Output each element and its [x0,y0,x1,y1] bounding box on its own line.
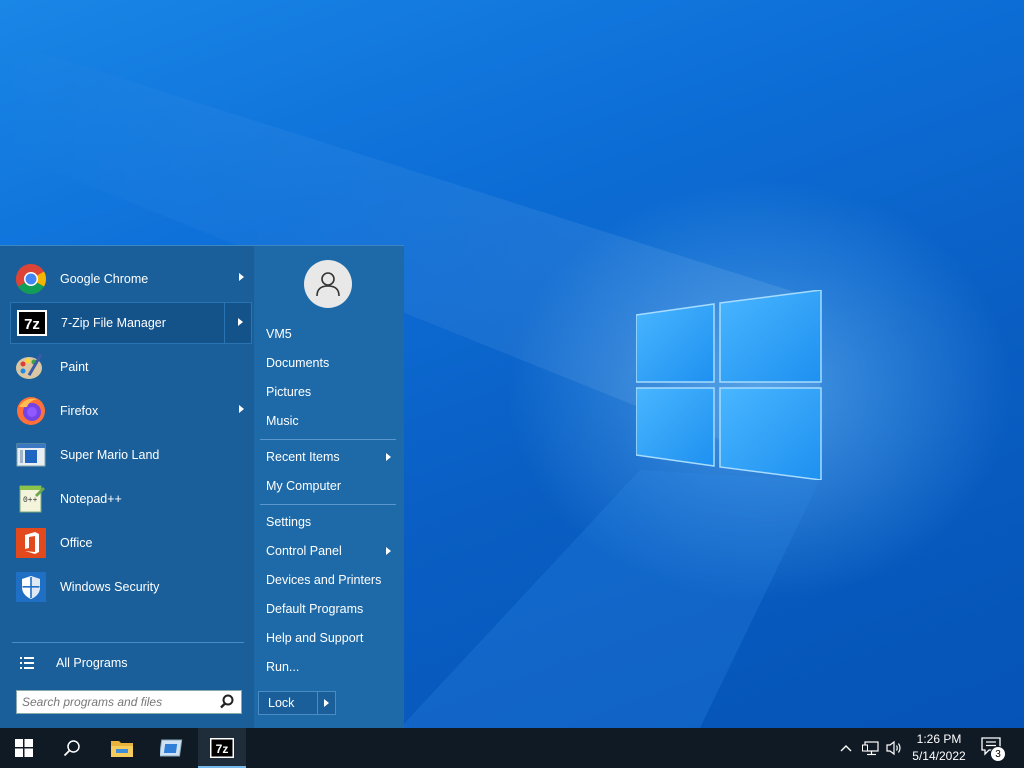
pictures-link[interactable]: Pictures [259,379,397,405]
speaker-icon [886,740,901,756]
start-button[interactable] [0,728,48,768]
control-panel-link[interactable]: Control Panel [259,538,397,564]
windows-start-icon [15,739,33,757]
volume-tray-button[interactable] [884,738,904,758]
taskbar-app-window[interactable] [148,728,196,768]
windows-logo-icon [636,290,822,480]
network-icon [862,741,879,756]
lock-button[interactable]: Lock [258,691,336,715]
run-label: Run... [266,660,300,674]
clock-date: 5/14/2022 [912,749,966,763]
submenu-arrow-icon[interactable] [239,273,244,281]
chevron-up-icon [840,745,852,752]
search-box[interactable] [16,690,242,714]
run-link[interactable]: Run... [259,654,397,680]
notification-count-badge: 3 [990,746,1006,762]
paint-icon [14,350,48,384]
firefox-icon [14,394,48,428]
taskbar-clock[interactable]: 1:26 PM 5/14/2022 [905,731,973,765]
file-explorer-icon [111,741,133,757]
7zip-icon-text: 7z [216,742,229,756]
program-label: Super Mario Land [60,448,160,462]
default-programs-link[interactable]: Default Programs [259,596,397,622]
settings-label: Settings [266,515,312,529]
start-menu: Google Chrome 7z 7-Zip File Manager Pain… [0,245,404,729]
program-7zip-file-manager[interactable]: 7z 7-Zip File Manager [10,302,252,344]
separator [260,439,396,440]
program-google-chrome[interactable]: Google Chrome [10,258,252,300]
app-window-icon [160,739,183,757]
app-window-icon [14,438,48,472]
all-programs-label: All Programs [56,656,128,670]
program-label: Firefox [60,404,99,418]
list-icon [20,657,34,669]
my-computer-label: My Computer [266,479,342,493]
search-icon[interactable] [218,693,236,711]
taskbar-search-button[interactable] [48,728,96,768]
submenu-arrow-icon [386,547,391,555]
lock-label: Lock [268,696,295,710]
power-options-arrow-icon[interactable] [324,699,329,707]
notepadpp-icon: 0++ [14,482,48,516]
network-tray-button[interactable] [861,738,881,758]
taskbar: 7z 1:26 PM 5/14/2022 3 [0,728,1024,768]
program-label: Windows Security [60,580,160,594]
recent-items-label: Recent Items [266,450,340,464]
7zip-icon: 7z [15,306,49,340]
chrome-icon [14,262,48,296]
help-support-label: Help and Support [266,631,364,645]
pictures-label: Pictures [266,385,312,399]
documents-link[interactable]: Documents [259,350,397,376]
program-label: Paint [60,360,89,374]
show-hidden-icons-button[interactable] [836,738,856,758]
program-windows-security[interactable]: Windows Security [10,566,252,608]
user-icon [316,272,340,297]
places-pane: VM5 Documents Pictures Music Recent Item… [254,246,404,729]
submenu-arrow-icon[interactable] [238,318,243,326]
search-input[interactable] [22,692,218,712]
program-paint[interactable]: Paint [10,346,252,388]
recent-items-link[interactable]: Recent Items [259,444,397,470]
devices-printers-label: Devices and Printers [266,573,382,587]
program-label: 7-Zip File Manager [61,316,166,330]
settings-link[interactable]: Settings [259,509,397,535]
submenu-arrow-icon [386,453,391,461]
submenu-divider [224,303,225,343]
7zip-icon: 7z [210,738,234,758]
shield-icon [14,570,48,604]
program-label: Notepad++ [60,492,122,506]
svg-text:7z: 7z [24,316,40,333]
default-programs-label: Default Programs [266,602,364,616]
separator [260,504,396,505]
user-avatar[interactable] [304,260,352,308]
music-label: Music [266,414,299,428]
devices-printers-link[interactable]: Devices and Printers [259,567,397,593]
help-support-link[interactable]: Help and Support [259,625,397,651]
action-center-button[interactable]: 3 [980,736,1008,762]
separator [12,642,244,643]
search-icon [63,740,80,757]
my-computer-link[interactable]: My Computer [259,473,397,499]
all-programs-button[interactable]: All Programs [10,648,252,678]
program-firefox[interactable]: Firefox [10,390,252,432]
taskbar-file-explorer[interactable] [98,728,146,768]
program-super-mario-land[interactable]: Super Mario Land [10,434,252,476]
user-folder-link[interactable]: VM5 [259,321,397,347]
program-label: Office [60,536,93,550]
lock-divider [317,692,318,714]
program-notepad-plus-plus[interactable]: 0++ Notepad++ [10,478,252,520]
programs-pane: Google Chrome 7z 7-Zip File Manager Pain… [0,246,254,729]
documents-label: Documents [266,356,330,370]
user-label: VM5 [266,327,292,341]
program-office[interactable]: Office [10,522,252,564]
control-panel-label: Control Panel [266,544,342,558]
taskbar-7zip[interactable]: 7z [198,728,246,768]
clock-time: 1:26 PM [916,732,962,746]
office-icon [14,526,48,560]
music-link[interactable]: Music [259,408,397,434]
svg-text:0++: 0++ [23,496,38,505]
program-label: Google Chrome [60,272,149,286]
submenu-arrow-icon[interactable] [239,405,244,413]
